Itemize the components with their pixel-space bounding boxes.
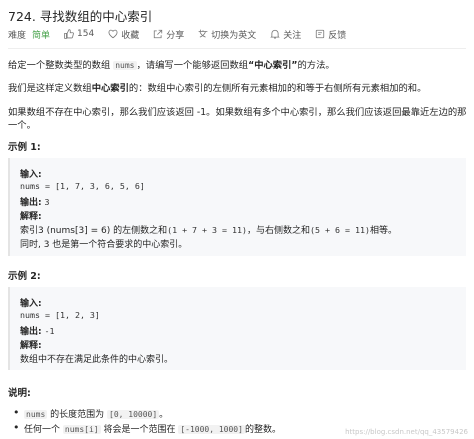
favorite-label: 收藏: [121, 30, 140, 41]
example-2-input: nums = [1, 2, 3]: [20, 310, 100, 320]
notes-item-1: nums 的长度范围为 [0, 10000]。: [13, 406, 168, 420]
example-1-output: 3: [44, 197, 50, 207]
problem-meta-bar: 难度 简单 154 收藏 分享 切换为英文 关注 反馈: [8, 27, 360, 41]
example-1-explain-line-1: 索引3 (nums[3] = 6) 的左侧数之和(1 + 7 + 3 = 11)…: [20, 225, 397, 236]
example-2-output-line: 输出: -1: [20, 324, 54, 337]
example-2-explain-label: 解释:: [20, 341, 42, 351]
example-1-explain-label: 解释:: [20, 212, 42, 222]
problem-title: 724. 寻找数组的中心索引: [8, 9, 153, 24]
notes-heading: 说明:: [8, 388, 31, 399]
like-button[interactable]: 154: [64, 29, 94, 39]
meta-divider: [8, 48, 466, 49]
description-paragraph-3-line-2: 一个。: [8, 120, 36, 131]
example-1-block: 输入: nums = [1, 7, 3, 6, 5, 6] 输出: 3 解释: …: [8, 158, 466, 256]
example-2-heading: 示例 2:: [8, 271, 41, 282]
example-2-input-label: 输入:: [20, 299, 42, 309]
favorite-button[interactable]: 收藏: [108, 28, 139, 41]
example-2-explain-line-1: 数组中不存在满足此条件的中心索引。: [20, 355, 174, 365]
example-1-output-line: 输出: 3: [20, 195, 49, 208]
inline-code-nums: nums: [113, 61, 137, 70]
share-label: 分享: [166, 30, 185, 41]
example-1-heading: 示例 1:: [8, 142, 41, 153]
follow-button[interactable]: 关注: [270, 28, 301, 41]
heart-icon: [108, 29, 118, 39]
share-icon: [154, 29, 163, 39]
switch-language-button[interactable]: 切换为英文: [198, 28, 256, 41]
watermark: https://blog.csdn.net/qq_43579426: [345, 428, 468, 436]
notes-item-2: 任何一个 nums[i] 将会是一个范围在 [-1000, 1000]的整数。: [13, 421, 281, 435]
description-paragraph-3-line-1: 如果数组不存在中心索引，那么我们应该返回 -1。如果数组有多个中心索引，那么我们…: [8, 107, 467, 118]
bell-icon: [270, 29, 280, 39]
follow-label: 关注: [283, 30, 302, 41]
description-paragraph-2: 我们是这样定义数组中心索引的：数组中心索引的左侧所有元素相加的和等于右侧所有元素…: [8, 83, 427, 94]
translate-icon: [198, 29, 208, 38]
thumbs-up-icon: [64, 29, 74, 39]
like-count: 154: [77, 29, 95, 39]
example-2-output: -1: [44, 326, 55, 336]
difficulty-label: 难度: [8, 30, 27, 41]
example-1-output-label: 输出:: [20, 198, 42, 208]
example-2-block: 输入: nums = [1, 2, 3] 输出: -1 解释: 数组中不存在满足…: [8, 287, 466, 370]
share-button[interactable]: 分享: [153, 28, 184, 41]
example-1-input-label: 输入:: [20, 170, 42, 180]
example-2-output-label: 输出:: [20, 327, 42, 337]
feedback-label: 反馈: [328, 30, 347, 41]
switch-language-label: 切换为英文: [211, 30, 257, 41]
problem-page: 724. 寻找数组的中心索引 难度 简单 154 收藏 分享 切换为英文 关注 …: [0, 0, 474, 439]
feedback-icon: [316, 29, 325, 39]
example-1-input: nums = [1, 7, 3, 6, 5, 6]: [20, 181, 145, 191]
example-1-explain-line-2: 同时, 3 也是第一个符合要求的中心索引。: [20, 240, 188, 250]
difficulty-badge: 简单: [32, 30, 51, 41]
description-paragraph-1: 给定一个整数类型的数组 nums ，请编写一个能够返回数组“中心索引”的方法。: [8, 60, 335, 71]
feedback-button[interactable]: 反馈: [315, 28, 346, 41]
